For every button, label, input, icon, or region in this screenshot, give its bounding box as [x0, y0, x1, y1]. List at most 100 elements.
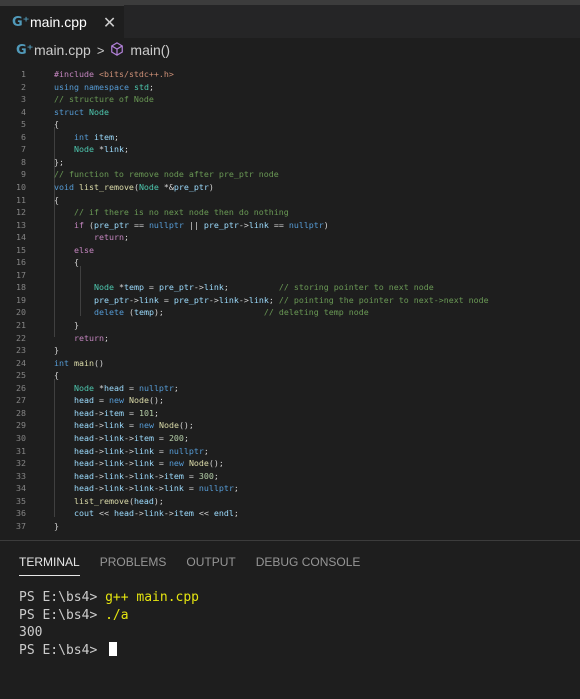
code-line[interactable]: 10 void list_remove(Node *&pre_ptr): [0, 181, 580, 194]
code-line[interactable]: 32 head->link->link = new Node();: [0, 457, 580, 470]
terminal-prompt: PS E:\bs4>: [19, 607, 106, 623]
code-line[interactable]: 36 cout << head->link->item << endl;: [0, 507, 580, 520]
line-number: 31: [16, 445, 26, 456]
terminal-output[interactable]: PS E:\bs4> g++ main.cpp PS E:\bs4> ./a 3…: [19, 589, 199, 659]
code-line[interactable]: 29 head->link = new Node();: [0, 419, 580, 432]
line-code: int main(): [54, 357, 104, 368]
tab-debug-console[interactable]: DEBUG CONSOLE: [256, 555, 361, 576]
line-number: 35: [16, 495, 26, 506]
code-line[interactable]: 22 return;: [0, 332, 580, 345]
code-line[interactable]: 16 {: [0, 256, 580, 269]
breadcrumb: G⁺ main.cpp > main(): [0, 38, 580, 62]
line-number: 10: [16, 181, 26, 192]
line-number: 32: [16, 458, 26, 469]
tab-output[interactable]: OUTPUT: [186, 555, 235, 576]
code-line[interactable]: 19 pre_ptr->link = pre_ptr->link->link; …: [0, 294, 580, 307]
line-code: {: [54, 194, 59, 205]
line-code: }: [54, 345, 59, 356]
code-line[interactable]: 33 head->link->link->item = 300;: [0, 470, 580, 483]
code-line[interactable]: 7 Node *link;: [0, 143, 580, 156]
line-code: head = new Node();: [73, 395, 164, 406]
breadcrumb-symbol[interactable]: main(): [130, 42, 170, 58]
line-code: #include <bits/stdc++.h>: [54, 69, 174, 79]
line-number: 34: [16, 483, 26, 494]
cpp-file-icon: G⁺: [16, 42, 34, 58]
breadcrumb-file[interactable]: main.cpp: [34, 42, 91, 58]
line-number: 36: [16, 508, 26, 519]
cube-icon: [110, 41, 124, 59]
code-line[interactable]: 34 head->link->link->link = nullptr;: [0, 482, 580, 495]
line-number: 9: [21, 169, 26, 180]
line-code: head->link->item = 200;: [73, 432, 189, 443]
code-line[interactable]: 31 head->link->link = nullptr;: [0, 445, 580, 458]
code-line[interactable]: 28 head->item = 101;: [0, 407, 580, 420]
code-line[interactable]: 21 }: [0, 319, 580, 332]
code-line[interactable]: 20 delete (temp); // deleting temp node: [0, 306, 580, 319]
line-code: Node *link;: [73, 144, 129, 155]
code-line[interactable]: 2 using namespace std;: [0, 81, 580, 94]
line-code: }: [54, 520, 59, 531]
tab-main-cpp[interactable]: G⁺ main.cpp ✕: [0, 5, 124, 38]
line-code: Node *head = nullptr;: [73, 382, 179, 393]
code-line[interactable]: 26 Node *head = nullptr;: [0, 382, 580, 395]
line-code: head->link->link = nullptr;: [73, 445, 209, 456]
line-code: int item;: [73, 131, 119, 142]
bottom-panel: TERMINAL PROBLEMS OUTPUT DEBUG CONSOLE P…: [0, 540, 580, 699]
code-line[interactable]: 13 if (pre_ptr == nullptr || pre_ptr->li…: [0, 219, 580, 232]
code-line[interactable]: 9 // function to remove node after pre_pt…: [0, 168, 580, 181]
code-line[interactable]: 8};: [0, 156, 580, 169]
terminal-cursor: [109, 641, 118, 656]
tab-bar: G⁺ main.cpp ✕: [0, 0, 580, 38]
line-number: 33: [16, 470, 26, 481]
code-editor[interactable]: 1 #include <bits/stdc++.h> 2 using namespac…: [0, 64, 580, 532]
tab-terminal[interactable]: TERMINAL: [19, 555, 80, 576]
line-number: 11: [16, 194, 26, 205]
code-line[interactable]: 25 {: [0, 369, 580, 382]
line-number: 7: [21, 144, 26, 155]
line-code: }: [54, 320, 79, 330]
code-line[interactable]: 15 else: [0, 244, 580, 257]
code-line[interactable]: 1 #include <bits/stdc++.h>: [0, 68, 580, 81]
code-line[interactable]: 6 int item;: [0, 131, 580, 144]
line-code: head->link->link->item = 300;: [73, 470, 219, 481]
line-number: 5: [21, 119, 26, 130]
line-number: 23: [16, 345, 26, 356]
code-line[interactable]: 37}: [0, 520, 580, 533]
line-code: else: [73, 244, 94, 255]
line-code: };: [54, 156, 64, 167]
line-number: 18: [16, 282, 26, 293]
line-number: 6: [21, 131, 26, 142]
code-line[interactable]: 24 int main(): [0, 357, 580, 370]
code-line[interactable]: 27 head = new Node();: [0, 394, 580, 407]
line-number: 28: [16, 407, 26, 418]
line-code: list_remove(head);: [73, 495, 164, 506]
terminal-command: g++ main.cpp: [105, 590, 200, 605]
code-line[interactable]: 3 // structure of Node: [0, 93, 580, 106]
code-line[interactable]: 30 head->link->item = 200;: [0, 432, 580, 445]
line-code: head->link = new Node();: [73, 420, 194, 431]
line-code: {: [54, 257, 79, 268]
terminal-command: ./a: [105, 607, 129, 623]
code-line[interactable]: 18 Node *temp = pre_ptr->link; // storin…: [0, 281, 580, 294]
code-line[interactable]: 11 {: [0, 194, 580, 207]
code-line[interactable]: 4 struct Node: [0, 106, 580, 119]
line-number: 16: [16, 257, 26, 268]
close-icon[interactable]: ✕: [103, 13, 116, 32]
line-number: 29: [16, 420, 26, 431]
line-code: head->link->link = new Node();: [73, 458, 224, 469]
line-code: return;: [93, 232, 129, 243]
code-line[interactable]: 35 list_remove(head);: [0, 495, 580, 508]
line-number: 26: [16, 382, 26, 393]
line-number: 20: [16, 307, 26, 318]
code-line[interactable]: 23}: [0, 344, 580, 357]
line-number: 37: [16, 520, 26, 531]
code-line[interactable]: 5{: [0, 118, 580, 131]
line-code: {: [54, 119, 59, 130]
line-number: 19: [16, 294, 26, 305]
code-line[interactable]: 14 return;: [0, 231, 580, 244]
line-code: void list_remove(Node *&pre_ptr): [54, 181, 214, 192]
tab-problems[interactable]: PROBLEMS: [100, 555, 167, 576]
code-line[interactable]: 12 // if there is no next node then do n…: [0, 206, 580, 219]
code-line[interactable]: 17: [0, 269, 580, 282]
tab-label: main.cpp: [30, 14, 87, 30]
